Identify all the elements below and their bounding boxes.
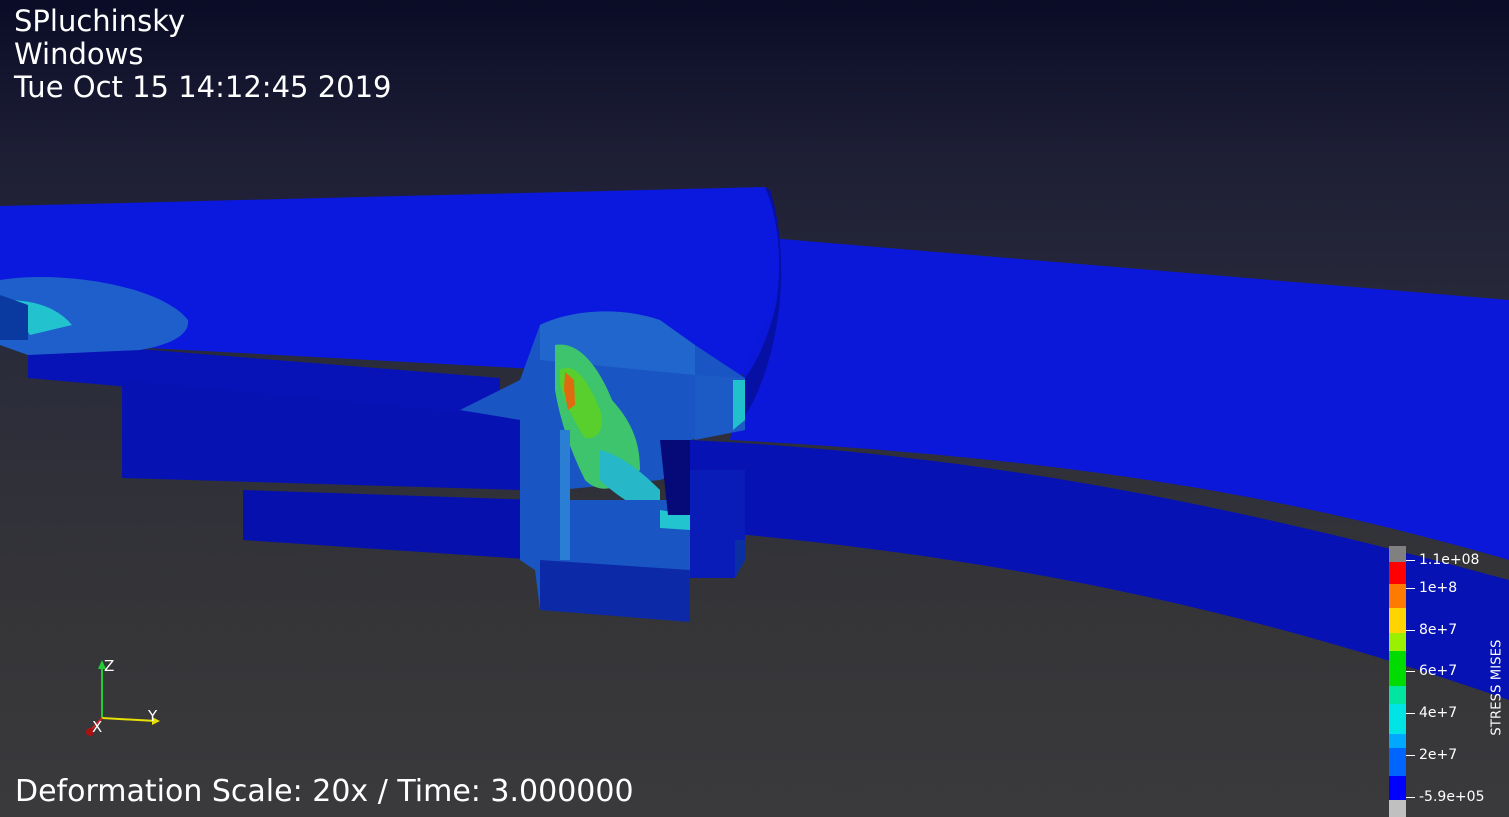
legend-title: STRESS MISES xyxy=(1489,639,1505,736)
legend-band-blue xyxy=(1389,776,1406,800)
legend-color-bar xyxy=(1389,546,1406,817)
legend-band-blue-mid xyxy=(1389,748,1406,776)
legend-band-teal xyxy=(1389,686,1406,704)
legend-band-yellowgreen xyxy=(1389,633,1406,651)
legend-tick xyxy=(1406,713,1415,714)
header-timestamp: Tue Oct 15 14:12:45 2019 xyxy=(14,70,392,104)
orientation-axes: Z Y X xyxy=(86,657,160,736)
z-axis-label: Z xyxy=(104,657,114,675)
render-viewport[interactable]: SPluchinsky Windows Tue Oct 15 14:12:45 … xyxy=(0,0,1509,817)
y-axis-label: Y xyxy=(147,707,158,725)
fea-model-render xyxy=(0,187,1509,700)
legend-tick xyxy=(1406,797,1415,798)
legend-label: 1e+8 xyxy=(1419,580,1458,596)
left-lower-block-2 xyxy=(243,490,540,560)
header-user: SPluchinsky xyxy=(14,4,186,38)
deformation-info: Deformation Scale: 20x / Time: 3.000000 xyxy=(15,774,634,809)
legend-above-range xyxy=(1389,546,1406,562)
legend-band-green xyxy=(1389,651,1406,686)
legend-label: 6e+7 xyxy=(1419,663,1458,679)
legend-label: 2e+7 xyxy=(1419,747,1458,763)
legend-label: 4e+7 xyxy=(1419,705,1458,721)
legend-band-yellow xyxy=(1389,608,1406,633)
bolt-right-face xyxy=(735,540,745,578)
legend-band-cyan xyxy=(1389,704,1406,734)
legend-label: 8e+7 xyxy=(1419,622,1458,638)
legend-tick xyxy=(1406,560,1415,561)
legend-label-min: -5.9e+05 xyxy=(1419,789,1485,805)
legend-band-lightblue xyxy=(1389,734,1406,748)
bolt-lower-dark xyxy=(540,560,690,622)
legend-band-red xyxy=(1389,562,1406,584)
x-axis-label: X xyxy=(92,718,102,736)
legend-label-max: 1.1e+08 xyxy=(1419,552,1480,568)
legend-band-orange xyxy=(1389,584,1406,608)
legend-tick xyxy=(1406,755,1415,756)
legend-below-range xyxy=(1389,800,1406,817)
bolt-shaft-band xyxy=(560,430,570,560)
legend-tick xyxy=(1406,630,1415,631)
legend-tick xyxy=(1406,671,1415,672)
header-os: Windows xyxy=(14,37,144,71)
legend-tick xyxy=(1406,588,1415,589)
